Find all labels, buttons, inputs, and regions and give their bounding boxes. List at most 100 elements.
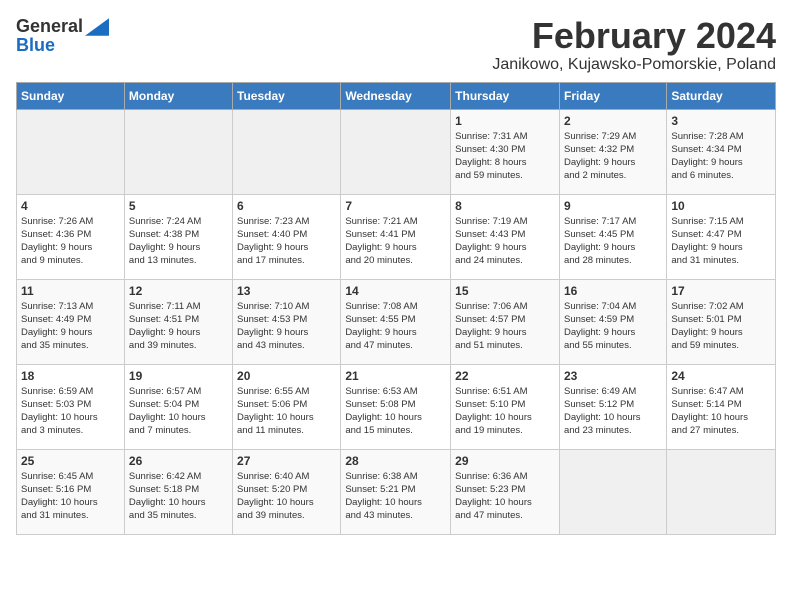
weekday-header-thursday: Thursday: [451, 82, 560, 109]
day-number: 4: [21, 199, 120, 213]
day-info: Sunrise: 7:11 AM Sunset: 4:51 PM Dayligh…: [129, 300, 228, 353]
calendar-week-3: 11 Sunrise: 7:13 AM Sunset: 4:49 PM Dayli…: [17, 279, 776, 364]
calendar-week-5: 25Sunrise: 6:45 AM Sunset: 5:16 PM Dayli…: [17, 449, 776, 534]
day-info: Sunrise: 6:49 AM Sunset: 5:12 PM Dayligh…: [564, 385, 662, 438]
calendar-week-2: 4 Sunrise: 7:26 AM Sunset: 4:36 PM Daylig…: [17, 194, 776, 279]
day-number: 7: [345, 199, 446, 213]
weekday-header-wednesday: Wednesday: [341, 82, 451, 109]
calendar-table: SundayMondayTuesdayWednesdayThursdayFrid…: [16, 82, 776, 535]
weekday-header-saturday: Saturday: [667, 82, 776, 109]
title-section: February 2024 Janikowo, Kujawsko-Pomorsk…: [492, 16, 776, 74]
day-info: Sunrise: 6:38 AM Sunset: 5:21 PM Dayligh…: [345, 470, 446, 523]
day-info: Sunrise: 6:47 AM Sunset: 5:14 PM Dayligh…: [671, 385, 771, 438]
calendar-cell: 3 Sunrise: 7:28 AM Sunset: 4:34 PM Daylig…: [667, 109, 776, 194]
weekday-header-monday: Monday: [124, 82, 232, 109]
day-info: Sunrise: 7:24 AM Sunset: 4:38 PM Dayligh…: [129, 215, 228, 268]
day-info: Sunrise: 6:53 AM Sunset: 5:08 PM Dayligh…: [345, 385, 446, 438]
day-info: Sunrise: 6:55 AM Sunset: 5:06 PM Dayligh…: [237, 385, 336, 438]
calendar-cell: 11 Sunrise: 7:13 AM Sunset: 4:49 PM Dayli…: [17, 279, 125, 364]
calendar-week-4: 18Sunrise: 6:59 AM Sunset: 5:03 PM Dayli…: [17, 364, 776, 449]
day-number: 8: [455, 199, 555, 213]
calendar-week-1: 1Sunrise: 7:31 AM Sunset: 4:30 PM Daylig…: [17, 109, 776, 194]
calendar-cell: 6 Sunrise: 7:23 AM Sunset: 4:40 PM Daylig…: [233, 194, 341, 279]
day-number: 14: [345, 284, 446, 298]
calendar-cell: [124, 109, 232, 194]
day-number: 6: [237, 199, 336, 213]
day-info: Sunrise: 7:21 AM Sunset: 4:41 PM Dayligh…: [345, 215, 446, 268]
day-number: 12: [129, 284, 228, 298]
day-number: 22: [455, 369, 555, 383]
calendar-cell: 4 Sunrise: 7:26 AM Sunset: 4:36 PM Daylig…: [17, 194, 125, 279]
calendar-cell: 14 Sunrise: 7:08 AM Sunset: 4:55 PM Dayli…: [341, 279, 451, 364]
calendar-cell: [233, 109, 341, 194]
calendar-cell: 13 Sunrise: 7:10 AM Sunset: 4:53 PM Dayli…: [233, 279, 341, 364]
day-info: Sunrise: 6:36 AM Sunset: 5:23 PM Dayligh…: [455, 470, 555, 523]
day-info: Sunrise: 7:02 AM Sunset: 5:01 PM Dayligh…: [671, 300, 771, 353]
calendar-cell: 26 Sunrise: 6:42 AM Sunset: 5:18 PM Dayli…: [124, 449, 232, 534]
calendar-cell: 24 Sunrise: 6:47 AM Sunset: 5:14 PM Dayli…: [667, 364, 776, 449]
day-info: Sunrise: 6:51 AM Sunset: 5:10 PM Dayligh…: [455, 385, 555, 438]
location-subtitle: Janikowo, Kujawsko-Pomorskie, Poland: [492, 56, 776, 74]
day-info: Sunrise: 7:10 AM Sunset: 4:53 PM Dayligh…: [237, 300, 336, 353]
day-info: Sunrise: 7:13 AM Sunset: 4:49 PM Dayligh…: [21, 300, 120, 353]
day-number: 3: [671, 114, 771, 128]
day-info: Sunrise: 7:08 AM Sunset: 4:55 PM Dayligh…: [345, 300, 446, 353]
calendar-cell: 19 Sunrise: 6:57 AM Sunset: 5:04 PM Dayli…: [124, 364, 232, 449]
calendar-cell: 2 Sunrise: 7:29 AM Sunset: 4:32 PM Daylig…: [559, 109, 666, 194]
calendar-cell: 29 Sunrise: 6:36 AM Sunset: 5:23 PM Dayli…: [451, 449, 560, 534]
day-info: Sunrise: 7:28 AM Sunset: 4:34 PM Dayligh…: [671, 130, 771, 183]
day-number: 21: [345, 369, 446, 383]
day-number: 25: [21, 454, 120, 468]
logo-general: General: [16, 16, 83, 37]
day-number: 23: [564, 369, 662, 383]
calendar-cell: [667, 449, 776, 534]
day-info: Sunrise: 7:26 AM Sunset: 4:36 PM Dayligh…: [21, 215, 120, 268]
day-info: Sunrise: 6:59 AM Sunset: 5:03 PM Dayligh…: [21, 385, 120, 438]
calendar-cell: 16 Sunrise: 7:04 AM Sunset: 4:59 PM Dayli…: [559, 279, 666, 364]
calendar-cell: 28Sunrise: 6:38 AM Sunset: 5:21 PM Dayli…: [341, 449, 451, 534]
logo-blue: Blue: [16, 35, 55, 56]
day-number: 2: [564, 114, 662, 128]
calendar-cell: 23 Sunrise: 6:49 AM Sunset: 5:12 PM Dayli…: [559, 364, 666, 449]
calendar-cell: 27Sunrise: 6:40 AM Sunset: 5:20 PM Dayli…: [233, 449, 341, 534]
day-info: Sunrise: 7:17 AM Sunset: 4:45 PM Dayligh…: [564, 215, 662, 268]
day-info: Sunrise: 6:57 AM Sunset: 5:04 PM Dayligh…: [129, 385, 228, 438]
calendar-cell: 22 Sunrise: 6:51 AM Sunset: 5:10 PM Dayli…: [451, 364, 560, 449]
day-number: 20: [237, 369, 336, 383]
day-number: 10: [671, 199, 771, 213]
calendar-cell: 20 Sunrise: 6:55 AM Sunset: 5:06 PM Dayli…: [233, 364, 341, 449]
day-info: Sunrise: 7:19 AM Sunset: 4:43 PM Dayligh…: [455, 215, 555, 268]
day-number: 13: [237, 284, 336, 298]
calendar-cell: 8 Sunrise: 7:19 AM Sunset: 4:43 PM Daylig…: [451, 194, 560, 279]
day-number: 16: [564, 284, 662, 298]
day-number: 17: [671, 284, 771, 298]
calendar-cell: 15Sunrise: 7:06 AM Sunset: 4:57 PM Dayli…: [451, 279, 560, 364]
month-year-title: February 2024: [492, 16, 776, 56]
calendar-body: 1Sunrise: 7:31 AM Sunset: 4:30 PM Daylig…: [17, 109, 776, 534]
day-number: 27: [237, 454, 336, 468]
day-number: 24: [671, 369, 771, 383]
day-number: 29: [455, 454, 555, 468]
day-number: 26: [129, 454, 228, 468]
day-info: Sunrise: 7:06 AM Sunset: 4:57 PM Dayligh…: [455, 300, 555, 353]
calendar-cell: 1Sunrise: 7:31 AM Sunset: 4:30 PM Daylig…: [451, 109, 560, 194]
calendar-cell: 18Sunrise: 6:59 AM Sunset: 5:03 PM Dayli…: [17, 364, 125, 449]
calendar-cell: 9 Sunrise: 7:17 AM Sunset: 4:45 PM Daylig…: [559, 194, 666, 279]
calendar-cell: [341, 109, 451, 194]
calendar-cell: 12 Sunrise: 7:11 AM Sunset: 4:51 PM Dayli…: [124, 279, 232, 364]
weekday-header-friday: Friday: [559, 82, 666, 109]
calendar-header: SundayMondayTuesdayWednesdayThursdayFrid…: [17, 82, 776, 109]
day-number: 11: [21, 284, 120, 298]
day-info: Sunrise: 7:29 AM Sunset: 4:32 PM Dayligh…: [564, 130, 662, 183]
day-info: Sunrise: 7:31 AM Sunset: 4:30 PM Dayligh…: [455, 130, 555, 183]
calendar-cell: [17, 109, 125, 194]
day-info: Sunrise: 6:42 AM Sunset: 5:18 PM Dayligh…: [129, 470, 228, 523]
day-number: 19: [129, 369, 228, 383]
page-header: General Blue February 2024 Janikowo, Kuj…: [16, 16, 776, 74]
weekday-header-tuesday: Tuesday: [233, 82, 341, 109]
day-info: Sunrise: 7:23 AM Sunset: 4:40 PM Dayligh…: [237, 215, 336, 268]
day-info: Sunrise: 7:04 AM Sunset: 4:59 PM Dayligh…: [564, 300, 662, 353]
calendar-cell: 17 Sunrise: 7:02 AM Sunset: 5:01 PM Dayli…: [667, 279, 776, 364]
day-number: 9: [564, 199, 662, 213]
calendar-cell: 25Sunrise: 6:45 AM Sunset: 5:16 PM Dayli…: [17, 449, 125, 534]
